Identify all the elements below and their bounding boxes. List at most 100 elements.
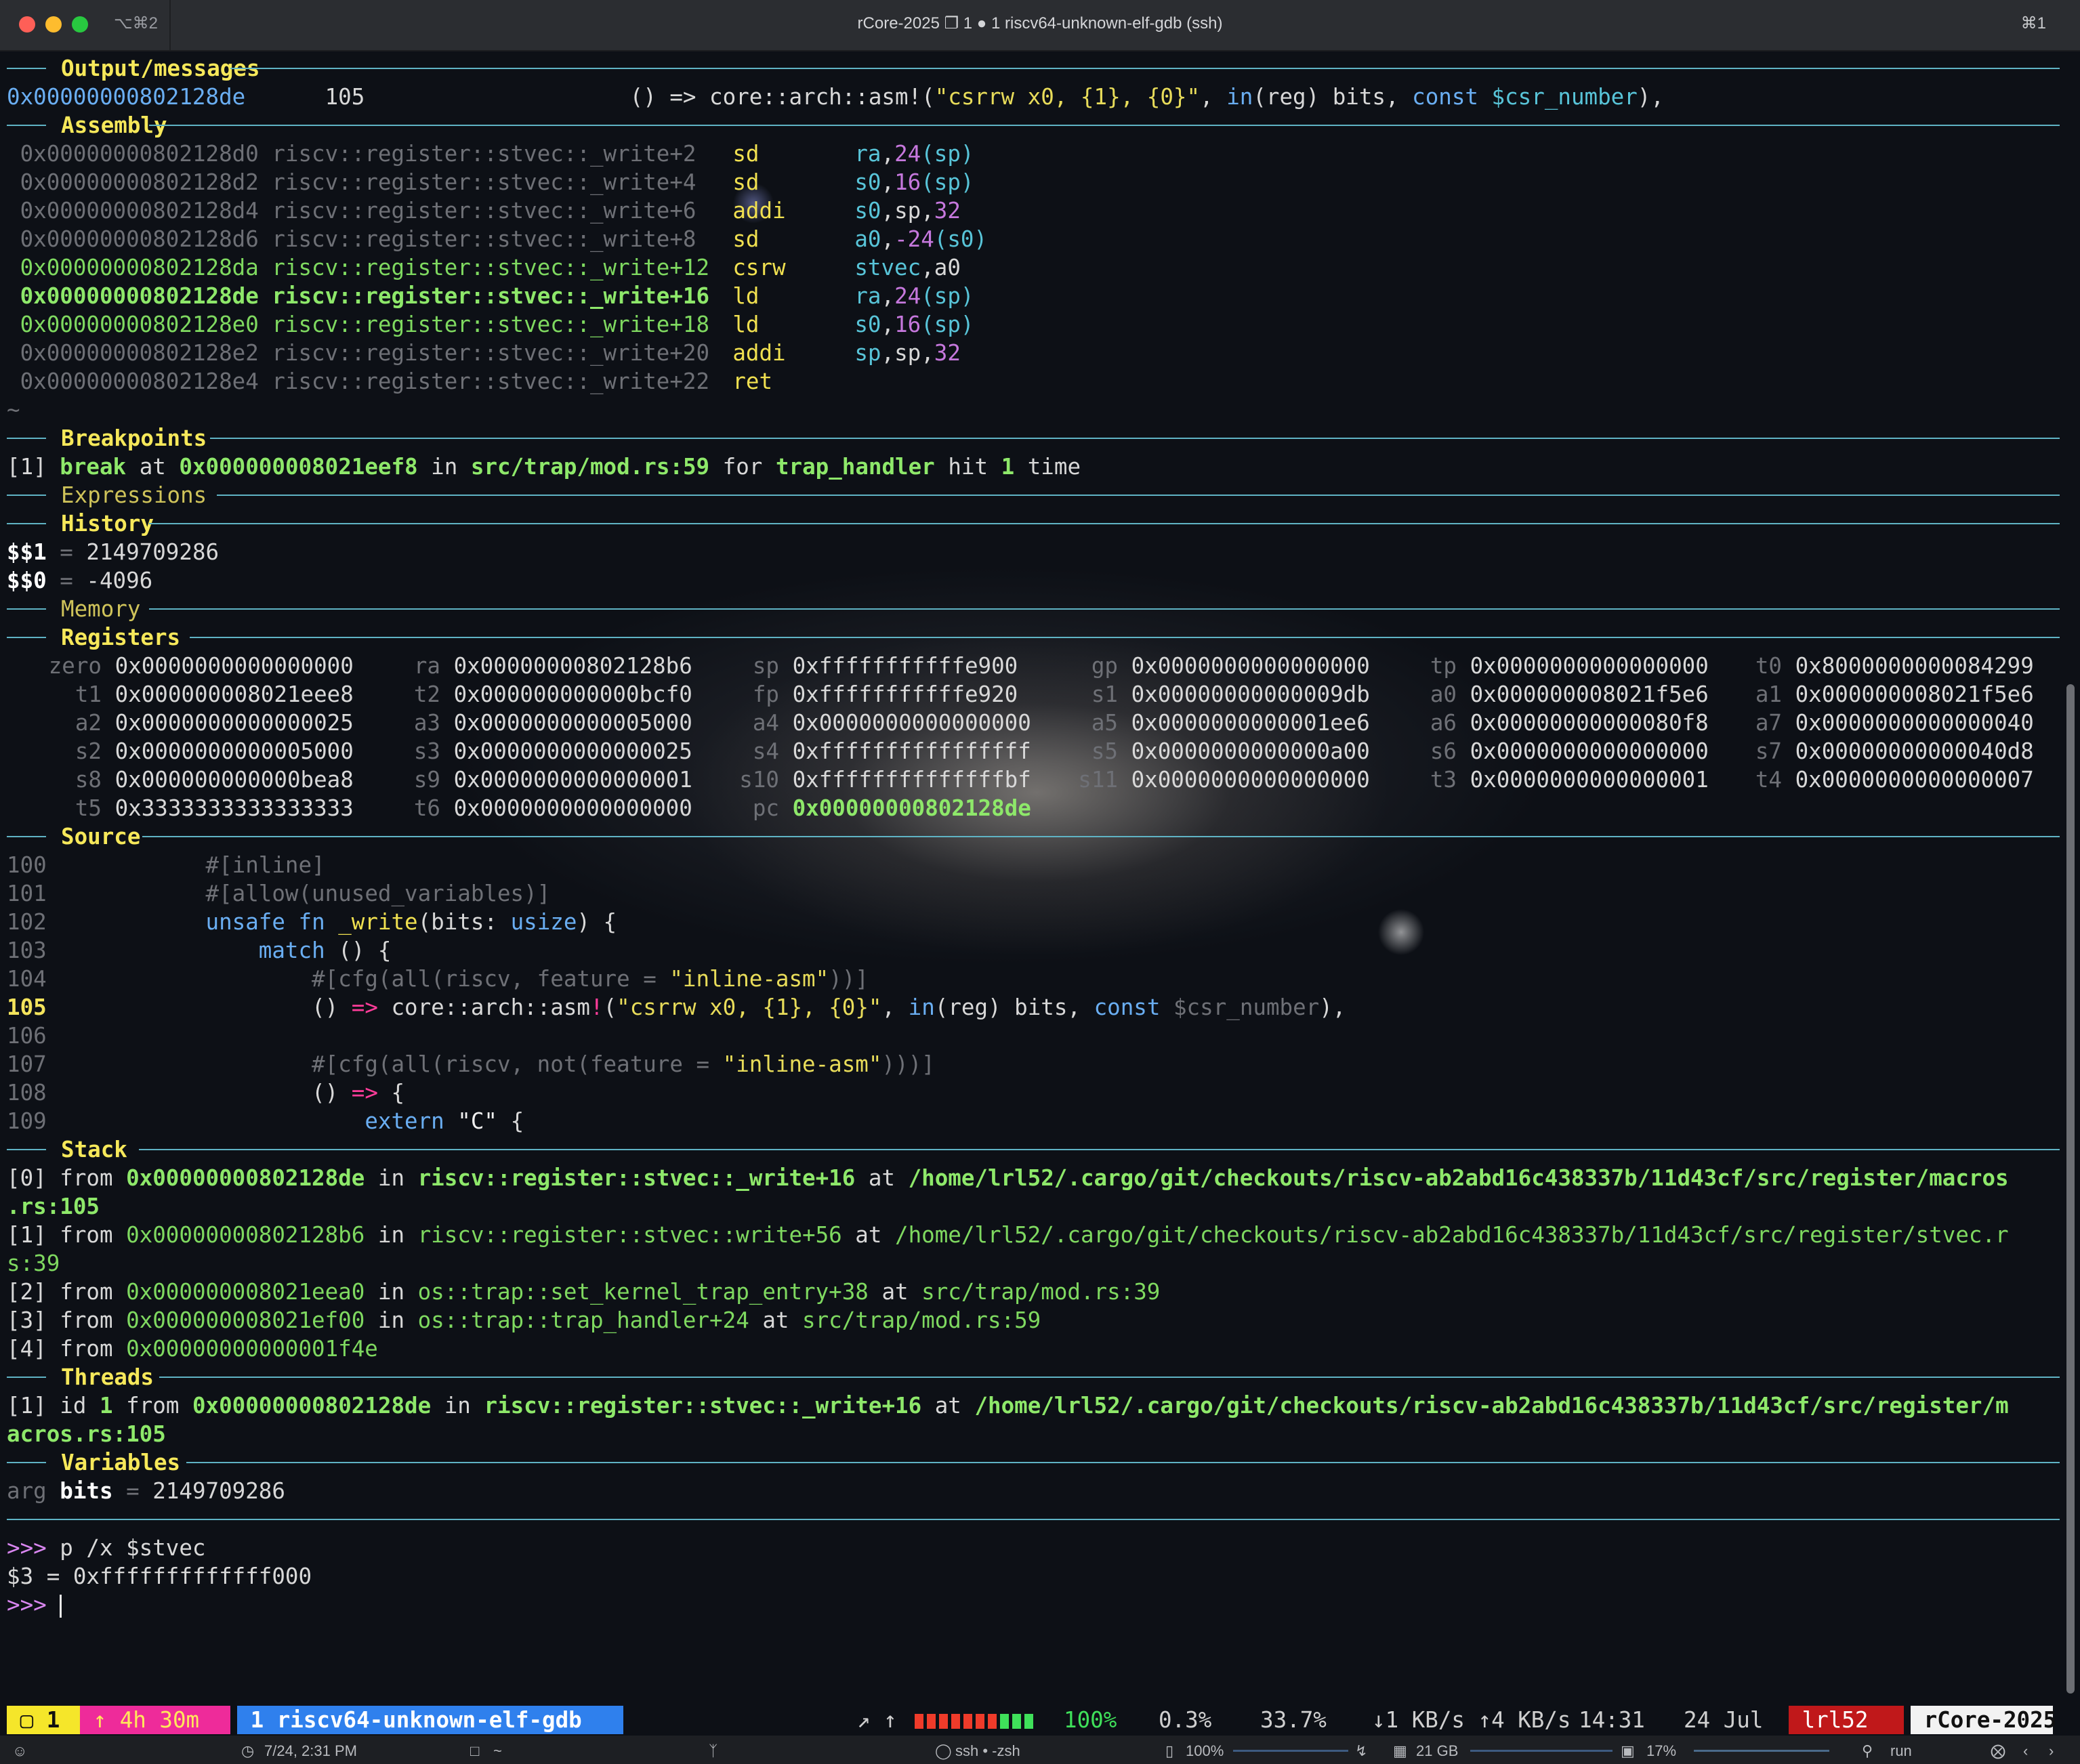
section-threads: Threads xyxy=(7,1363,2060,1391)
battery-bar xyxy=(963,1714,972,1729)
source-line: 102 unsafe fn _write(bits: usize) { xyxy=(7,909,617,935)
register-a1: a1 0x000000008021f5e6 xyxy=(1755,681,2034,707)
section-source: Source xyxy=(7,822,2060,851)
section-variables: Variables xyxy=(7,1448,2060,1477)
stack-frame[interactable]: [0] from 0x00000000802128de in riscv::re… xyxy=(7,1164,2009,1192)
terminal-content[interactable]: Output/messages 0x00000000802128de 105 (… xyxy=(7,54,2060,1694)
section-memory: Memory xyxy=(7,595,2060,623)
source-line: 108 () => { xyxy=(7,1080,405,1106)
register-fp: fp 0xfffffffffffe920 xyxy=(752,681,1018,707)
battery-bar xyxy=(915,1714,923,1729)
section-title: Stack xyxy=(61,1137,127,1162)
chevron-left-icon[interactable]: ‹ xyxy=(2023,1742,2028,1760)
battery-bar xyxy=(1012,1714,1021,1729)
register-a2: a2 0x0000000000000025 xyxy=(75,710,354,736)
source-line: 103 match () { xyxy=(7,938,392,963)
register-s1: s1 0x00000000000009db xyxy=(1091,681,1370,707)
battery-bar xyxy=(1000,1714,1009,1729)
register-t1: t1 0x000000008021eee8 xyxy=(75,681,354,707)
title-bar: ⌥⌘2 rCore-2025 ❐ 1 ● 1 riscv64-unknown-e… xyxy=(0,0,2080,51)
source-line: 106 xyxy=(7,1023,47,1049)
system-memory: 21 GB xyxy=(1416,1742,1459,1759)
process-icon: ◯ xyxy=(935,1742,952,1759)
tmux-arrows: ↗ ↑ xyxy=(857,1707,911,1733)
clock: 14:31 xyxy=(1579,1707,1645,1733)
cpu-icon: ▣ xyxy=(1621,1742,1635,1759)
register-s5: s5 0x0000000000000a00 xyxy=(1091,738,1370,764)
register-t2: t2 0x000000000000bcf0 xyxy=(413,681,692,707)
section-assembly: Assembly xyxy=(7,111,2060,140)
section-title: Memory xyxy=(61,596,141,622)
shell-process: ssh • -zsh xyxy=(955,1742,1020,1759)
tmux-uptime: ↑ 4h 30m xyxy=(80,1706,230,1734)
section-registers: Registers xyxy=(7,623,2060,652)
register-a7: a7 0x0000000000000040 xyxy=(1755,710,2034,736)
assembly-row: 0x00000000802128d2 riscv::register::stve… xyxy=(20,169,974,195)
gdb-result: $3 = 0xfffffffffffff000 xyxy=(7,1563,312,1589)
window-title[interactable]: rCore-2025 ❐ 1 ● 1 riscv64-unknown-elf-g… xyxy=(0,14,2080,33)
battery-gauge xyxy=(1233,1750,1348,1752)
assembly-row: 0x00000000802128e4 riscv::register::stve… xyxy=(20,369,773,394)
mem-usage: 33.7% xyxy=(1260,1707,1327,1733)
stack-frame[interactable]: [4] from 0x00000000000001f4e xyxy=(7,1335,378,1363)
register-s10: s10 0xffffffffffffffbf xyxy=(739,767,1031,793)
folder-icon: □ xyxy=(470,1742,480,1759)
memory-gauge xyxy=(1470,1750,1613,1752)
date: 24 Jul xyxy=(1684,1707,1764,1733)
assembly-row: 0x00000000802128e0 riscv::register::stve… xyxy=(20,312,974,337)
register-s2: s2 0x0000000000005000 xyxy=(75,738,354,764)
history-row: $$0 = -4096 xyxy=(7,568,153,593)
thread-row[interactable]: [1] id 1 from 0x00000000802128de in risc… xyxy=(7,1391,2009,1420)
stack-frame[interactable]: [2] from 0x000000008021eea0 in os::trap:… xyxy=(7,1278,1160,1306)
tmux-window-index[interactable]: ▢ 1 xyxy=(7,1706,80,1734)
breakpoint-row[interactable]: [1] break at 0x000000008021eef8 in src/t… xyxy=(7,453,1081,481)
empty-marker: ~ xyxy=(7,397,20,423)
thread-row-wrap: acros.rs:105 xyxy=(7,1421,166,1447)
tmux-user: lrl52 xyxy=(1789,1706,1904,1734)
chevron-right-icon[interactable]: › xyxy=(2049,1742,2054,1760)
source-line: 100 #[inline] xyxy=(7,852,325,878)
section-title: Breakpoints xyxy=(61,425,207,451)
battery-bar xyxy=(976,1714,984,1729)
assembly-row: 0x00000000802128e2 riscv::register::stve… xyxy=(20,340,961,366)
search-field[interactable]: run xyxy=(1890,1742,1912,1760)
scrollbar[interactable] xyxy=(2066,684,2075,1694)
battery-icon: ▯ xyxy=(1165,1742,1174,1759)
register-a4: a4 0x0000000000000000 xyxy=(752,710,1031,736)
stack-frame[interactable]: [3] from 0x000000008021ef00 in os::trap:… xyxy=(7,1306,1041,1335)
assembly-row: 0x00000000802128d0 riscv::register::stve… xyxy=(20,141,974,167)
memory-icon: ▦ xyxy=(1393,1742,1407,1759)
tmux-session[interactable]: rCore-2025 xyxy=(1911,1706,2056,1734)
section-end-rule xyxy=(7,1505,2060,1534)
window-shortcut: ⌘1 xyxy=(2020,14,2046,33)
register-t5: t5 0x3333333333333333 xyxy=(75,795,354,821)
register-gp: gp 0x0000000000000000 xyxy=(1091,653,1370,679)
register-pc: pc 0x00000000802128de xyxy=(752,795,1031,821)
clear-search-icon[interactable]: ⨂ xyxy=(1991,1742,2005,1760)
network-rate: ↓1 KB/s ↑4 KB/s xyxy=(1372,1707,1571,1733)
section-expressions: Expressions xyxy=(7,481,2060,509)
variable-row: arg bits = 2149709286 xyxy=(7,1478,285,1504)
system-battery: 100% xyxy=(1186,1742,1224,1759)
cpu-usage: 0.3% xyxy=(1159,1707,1212,1733)
section-stack: Stack xyxy=(7,1135,2060,1164)
register-sp: sp 0xfffffffffffe900 xyxy=(752,653,1018,679)
register-s6: s6 0x0000000000000000 xyxy=(1430,738,1709,764)
battery-bar xyxy=(939,1714,948,1729)
system-date: 7/24, 2:31 PM xyxy=(264,1742,357,1759)
register-tp: tp 0x0000000000000000 xyxy=(1430,653,1709,679)
register-a5: a5 0x0000000000001ee6 xyxy=(1091,710,1370,736)
system-status-bar: ☺ ◷ 7/24, 2:31 PM □ ~ ᛉ ◯ ssh • -zsh ▯ 1… xyxy=(0,1736,2080,1764)
section-title: History xyxy=(61,511,154,537)
section-title: Source xyxy=(61,824,141,849)
tmux-active-window[interactable]: 1 riscv64-unknown-elf-gdb xyxy=(237,1706,623,1734)
current-folder: ~ xyxy=(493,1742,502,1759)
section-output: Output/messages xyxy=(7,54,2060,83)
battery-bar xyxy=(988,1714,997,1729)
register-ra: ra 0x00000000802128b6 xyxy=(413,653,692,679)
cpu-graph xyxy=(1694,1750,1829,1752)
gdb-prompt-input[interactable]: >>> xyxy=(7,1591,62,1619)
section-title: Expressions xyxy=(61,482,207,508)
assembly-row: 0x00000000802128d4 riscv::register::stve… xyxy=(20,198,961,224)
stack-frame[interactable]: [1] from 0x00000000802128b6 in riscv::re… xyxy=(7,1221,2009,1249)
